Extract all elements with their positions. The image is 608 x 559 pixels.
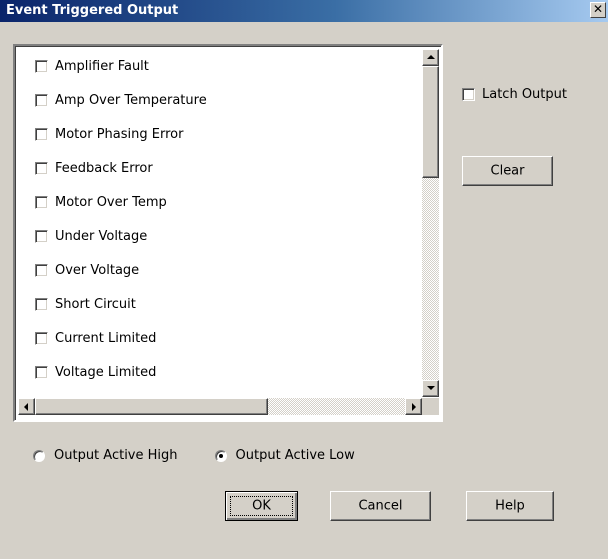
event-item-current-limited[interactable]: Current Limited <box>35 328 156 348</box>
event-item-voltage-limited[interactable]: Voltage Limited <box>35 362 156 382</box>
event-item-feedback-error[interactable]: Feedback Error <box>35 158 153 178</box>
scroll-left-button[interactable] <box>18 398 35 415</box>
help-button[interactable]: Help <box>466 491 554 521</box>
radio-output-active-low[interactable] <box>214 449 227 462</box>
checkbox[interactable] <box>35 297 48 311</box>
scroll-right-button[interactable] <box>405 398 422 415</box>
checkbox[interactable] <box>35 263 48 277</box>
cancel-button[interactable]: Cancel <box>330 491 431 521</box>
event-item-label: Short Circuit <box>55 296 136 312</box>
output-active-high-label[interactable]: Output Active High <box>54 448 178 463</box>
scrollbar-corner <box>422 398 439 415</box>
clear-button-label: Clear <box>490 163 525 179</box>
checkbox[interactable] <box>35 195 48 209</box>
close-icon: ✕ <box>592 2 604 16</box>
checkbox[interactable] <box>462 88 475 101</box>
cancel-button-label: Cancel <box>358 498 403 514</box>
ok-button-label: OK <box>252 498 271 514</box>
event-item-label: Under Voltage <box>55 228 148 244</box>
event-item-label: Feedback Error <box>55 160 153 176</box>
event-item-label: Current Limited <box>55 330 157 346</box>
checkbox[interactable] <box>35 229 48 243</box>
help-button-label: Help <box>495 498 525 514</box>
arrow-down-icon <box>427 386 435 390</box>
vertical-scrollbar[interactable] <box>422 49 439 397</box>
output-polarity-group: Output Active High Output Active Low <box>33 448 355 463</box>
scroll-down-button[interactable] <box>422 380 439 397</box>
event-item-over-voltage[interactable]: Over Voltage <box>35 260 139 280</box>
clear-button[interactable]: Clear <box>462 156 553 186</box>
arrow-up-icon <box>427 55 435 59</box>
event-listbox[interactable]: Amplifier Fault Amp Over Temperature Mot… <box>13 44 443 422</box>
event-item-label: Amp Over Temperature <box>55 92 207 108</box>
event-item-label: Voltage Limited <box>55 364 157 380</box>
checkbox[interactable] <box>35 161 48 175</box>
radio-output-active-high[interactable] <box>33 449 45 462</box>
latch-output-checkbox[interactable]: Latch Output <box>462 87 567 102</box>
event-item-label: Amplifier Fault <box>55 58 149 74</box>
checkbox[interactable] <box>35 59 48 73</box>
event-item-label: Over Voltage <box>55 262 140 278</box>
horizontal-scrollbar[interactable] <box>18 398 422 415</box>
ok-button[interactable]: OK <box>225 491 298 521</box>
event-item-short-circuit[interactable]: Short Circuit <box>35 294 136 314</box>
horizontal-scroll-thumb[interactable] <box>35 398 268 415</box>
checkbox[interactable] <box>35 127 48 141</box>
close-button[interactable]: ✕ <box>590 2 606 18</box>
event-item-motor-phasing-error[interactable]: Motor Phasing Error <box>35 124 183 144</box>
checkbox[interactable] <box>35 365 48 379</box>
window-title: Event Triggered Output <box>6 3 179 18</box>
arrow-right-icon <box>412 403 416 411</box>
checkbox[interactable] <box>35 331 48 345</box>
checkbox[interactable] <box>35 93 48 107</box>
event-item-amp-over-temperature[interactable]: Amp Over Temperature <box>35 90 207 110</box>
arrow-left-icon <box>24 403 28 411</box>
output-active-low-label[interactable]: Output Active Low <box>236 448 355 463</box>
event-item-motor-over-temp[interactable]: Motor Over Temp <box>35 192 167 212</box>
vertical-scroll-thumb[interactable] <box>422 66 439 178</box>
event-item-under-voltage[interactable]: Under Voltage <box>35 226 147 246</box>
latch-output-label: Latch Output <box>482 87 567 102</box>
event-item-amplifier-fault[interactable]: Amplifier Fault <box>35 56 149 76</box>
title-bar[interactable]: Event Triggered Output ✕ <box>0 0 608 22</box>
event-item-label: Motor Over Temp <box>55 194 167 210</box>
event-item-label: Motor Phasing Error <box>55 126 184 142</box>
scroll-up-button[interactable] <box>422 49 439 66</box>
